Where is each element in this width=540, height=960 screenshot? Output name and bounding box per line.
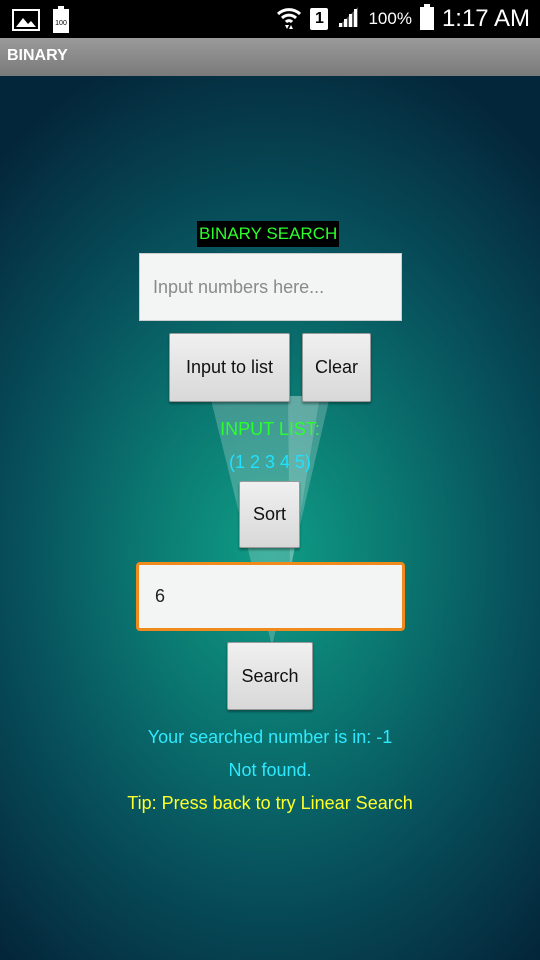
search-button[interactable]: Search (227, 642, 313, 710)
action-bar: BINARY (0, 38, 540, 76)
battery-full-icon (419, 4, 434, 34)
search-result-text: Your searched number is in: -1 (147, 727, 393, 747)
battery-icon-label: 100 (55, 20, 67, 27)
numbers-input[interactable] (139, 253, 402, 321)
clock: 1:17 AM (441, 5, 530, 32)
signal-icon (336, 5, 360, 33)
battery-percent: 100% (368, 9, 412, 28)
sim-icon: 1 (310, 8, 329, 30)
status-bar: 100 1 100% 1:17 AM (0, 0, 540, 38)
clear-button[interactable]: Clear (302, 333, 371, 402)
wifi-icon (276, 4, 302, 34)
not-found-text: Not found. (228, 760, 312, 780)
gallery-icon (12, 8, 40, 36)
tip-text: Tip: Press back to try Linear Search (127, 793, 413, 813)
main-content: BINARY SEARCH Input to list Clear INPUT … (0, 76, 540, 960)
input-list-label: INPUT LIST: (220, 419, 320, 439)
battery-icon: 100 (52, 6, 70, 38)
input-to-list-button[interactable]: Input to list (169, 333, 290, 402)
input-list-items: (1 2 3 4 5) (228, 452, 312, 472)
app-title: BINARY (7, 47, 68, 64)
sort-button[interactable]: Sort (239, 481, 300, 548)
page-title: BINARY SEARCH (197, 221, 340, 247)
search-number-input[interactable] (136, 562, 405, 631)
